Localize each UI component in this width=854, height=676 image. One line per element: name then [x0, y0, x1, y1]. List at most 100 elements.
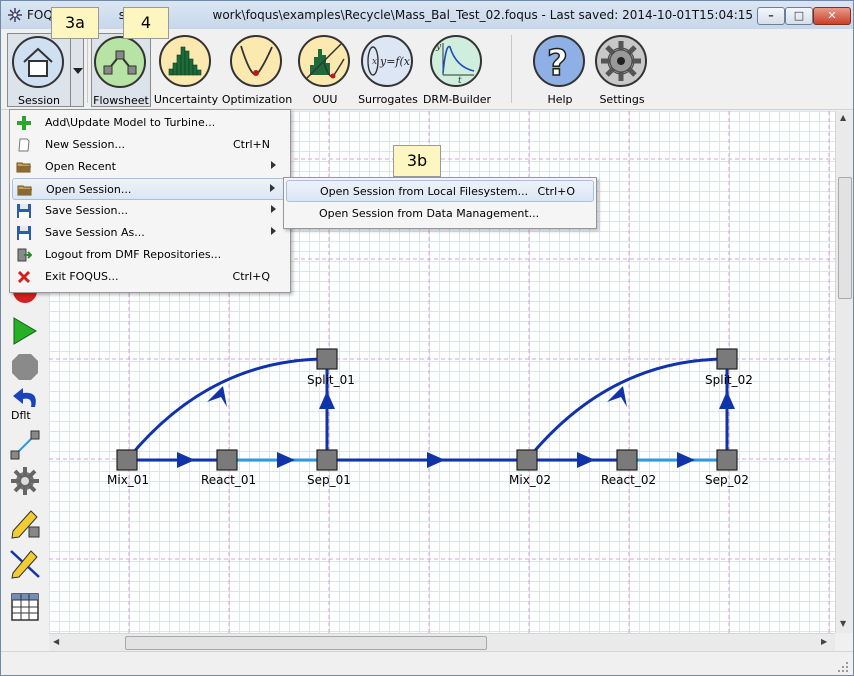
- optimization-label: Optimization: [221, 93, 293, 106]
- submenu-item-shortcut: Ctrl+O: [537, 185, 575, 198]
- node-mix-02[interactable]: [516, 449, 538, 471]
- app-window: FOQU sers\ work\foqus\examples\Recycle\M…: [0, 0, 854, 676]
- ouu-button[interactable]: OUU: [295, 33, 355, 107]
- node-label: Mix_02: [509, 473, 552, 487]
- plus-icon: [17, 116, 31, 130]
- help-question-icon: ?: [533, 35, 585, 87]
- folder-icon: [16, 162, 31, 173]
- edit-edge-pencil-icon[interactable]: [9, 547, 41, 579]
- minimize-button[interactable]: –: [757, 7, 785, 25]
- scroll-right-icon[interactable]: ▶: [821, 637, 827, 646]
- node-label: Mix_01: [107, 473, 150, 487]
- uncertainty-button[interactable]: Uncertainty: [154, 33, 218, 107]
- close-button[interactable]: ✕: [813, 7, 851, 25]
- halt-octagon-icon[interactable]: [9, 351, 41, 383]
- scroll-up-icon[interactable]: ▲: [840, 113, 846, 122]
- histogram-icon: [159, 35, 211, 87]
- optimization-curve-icon: [230, 35, 282, 87]
- node-label: Sep_02: [705, 473, 749, 487]
- submenu-item-label: Open Session from Data Management...: [319, 207, 540, 220]
- submenu-item-open-data-management[interactable]: Open Session from Data Management...: [286, 203, 594, 225]
- menu-item-label: Exit FOQUS...: [45, 270, 119, 283]
- ouu-icon: [298, 35, 350, 87]
- edit-node-pencil-icon[interactable]: [9, 507, 41, 539]
- submenu-arrow-icon: [271, 161, 276, 169]
- node-react-01[interactable]: [216, 449, 238, 471]
- floppy-icon: [17, 204, 31, 218]
- toolbar-separator: [87, 35, 88, 103]
- drm-builder-button[interactable]: yt DRM-Builder: [423, 33, 491, 107]
- submenu-arrow-icon: [271, 227, 276, 235]
- flowsheet-button[interactable]: Flowsheet: [91, 33, 151, 107]
- logout-icon: [17, 248, 32, 262]
- svg-text:x: x: [372, 57, 377, 67]
- node-label: Sep_01: [307, 473, 351, 487]
- optimization-button[interactable]: Optimization: [222, 33, 292, 107]
- horizontal-scrollbar[interactable]: ◀ ▶: [49, 633, 835, 651]
- node-split-02[interactable]: [716, 348, 738, 370]
- exit-icon: [17, 270, 31, 284]
- menu-item-save-session-as[interactable]: Save Session As...: [12, 222, 288, 244]
- svg-text:y: y: [435, 42, 442, 52]
- surrogates-button[interactable]: x y=f(x) Surrogates: [357, 33, 419, 107]
- callout-3b: 3b: [393, 145, 441, 177]
- add-edge-icon[interactable]: [9, 429, 41, 461]
- menu-item-open-session[interactable]: Open Session...: [12, 178, 288, 200]
- edge-split01-mix01[interactable]: [125, 357, 328, 461]
- node-sep-02[interactable]: [716, 449, 738, 471]
- edge-split02-mix02[interactable]: [525, 357, 728, 461]
- horizontal-scroll-thumb[interactable]: [125, 636, 487, 650]
- maximize-button[interactable]: □: [785, 7, 813, 25]
- flow-arrows: [177, 386, 735, 468]
- flowsheet-icon: [94, 36, 146, 88]
- node-split-01[interactable]: [316, 348, 338, 370]
- gear-icon: [595, 35, 647, 87]
- node-react-02[interactable]: [616, 449, 638, 471]
- session-button[interactable]: Session: [7, 33, 71, 107]
- folder-icon: [17, 185, 32, 196]
- help-label: Help: [547, 93, 573, 106]
- session-dropdown-button[interactable]: [70, 33, 84, 107]
- toolbar-separator: [511, 35, 512, 103]
- foqus-logo-icon: [8, 8, 22, 22]
- node-mix-01[interactable]: [116, 449, 138, 471]
- table-grid-icon[interactable]: [9, 591, 41, 623]
- submenu-item-open-local[interactable]: Open Session from Local Filesystem... Ct…: [286, 180, 594, 202]
- menu-item-shortcut: Ctrl+N: [232, 138, 270, 151]
- scroll-left-icon[interactable]: ◀: [53, 637, 59, 646]
- node-label: Split_02: [705, 373, 753, 387]
- default-view-button[interactable]: Dflt: [9, 387, 41, 425]
- close-icon: ✕: [827, 9, 837, 22]
- node-label: React_01: [201, 473, 257, 487]
- resize-grip-icon[interactable]: [837, 661, 849, 673]
- settings-button[interactable]: Settings: [593, 33, 651, 107]
- menu-item-new-session[interactable]: New Session... Ctrl+N: [12, 134, 288, 156]
- menu-item-label: Save Session...: [45, 204, 128, 217]
- chevron-down-icon: [73, 68, 83, 74]
- session-menu: Add\Update Model to Turbine... New Sessi…: [9, 109, 291, 293]
- surrogate-function-icon: x y=f(x): [361, 35, 413, 87]
- run-icon[interactable]: [9, 315, 41, 347]
- menu-item-save-session[interactable]: Save Session...: [12, 200, 288, 222]
- node-settings-gear-icon[interactable]: [9, 465, 41, 497]
- vertical-scroll-thumb[interactable]: [838, 177, 852, 299]
- menu-item-shortcut: Ctrl+Q: [232, 270, 270, 283]
- new-document-icon: [18, 138, 30, 152]
- callout-3a: 3a: [51, 7, 99, 39]
- surrogates-label: Surrogates: [358, 93, 418, 106]
- svg-text:t: t: [458, 76, 462, 85]
- help-button[interactable]: ? Help: [531, 33, 589, 107]
- scroll-down-icon[interactable]: ▼: [840, 619, 846, 628]
- submenu-arrow-icon: [270, 184, 275, 192]
- main-toolbar: Session Flowsheet Uncertainty Optimizati…: [1, 29, 853, 110]
- menu-item-open-recent[interactable]: Open Recent: [12, 156, 288, 178]
- menu-item-add-update-model[interactable]: Add\Update Model to Turbine...: [12, 112, 288, 134]
- node-sep-01[interactable]: [316, 449, 338, 471]
- menu-item-logout-dmf[interactable]: Logout from DMF Repositories...: [12, 244, 288, 266]
- node-label: Split_01: [307, 373, 355, 387]
- vertical-scrollbar[interactable]: ▲ ▼: [835, 111, 853, 633]
- menu-item-exit[interactable]: Exit FOQUS... Ctrl+Q: [12, 266, 288, 288]
- flowsheet-edges: [125, 357, 729, 462]
- drm-response-icon: yt: [430, 35, 482, 87]
- menu-item-label: New Session...: [45, 138, 125, 151]
